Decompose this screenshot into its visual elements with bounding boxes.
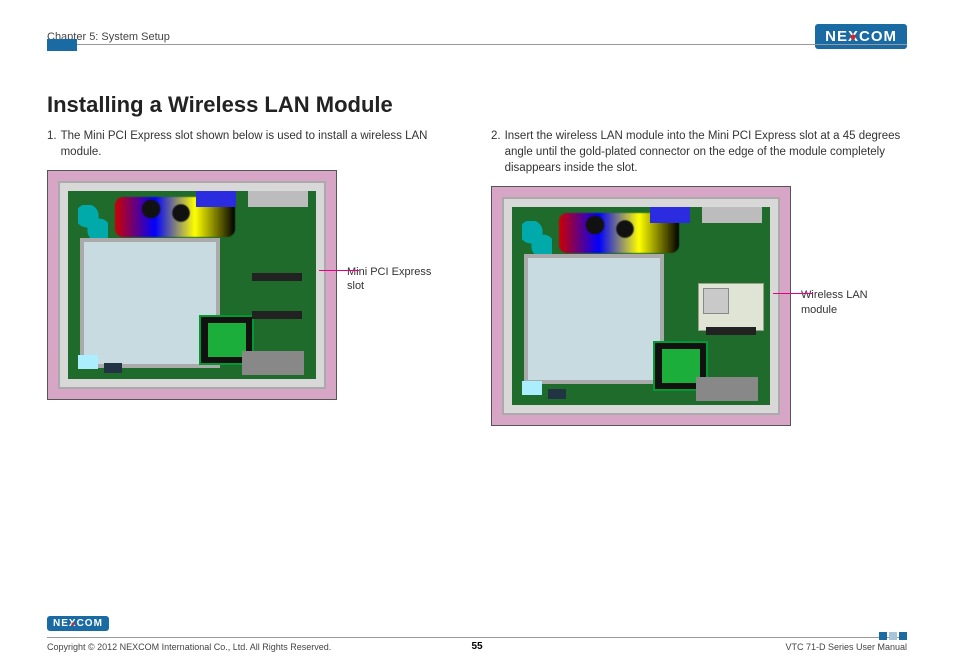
page-number: 55 xyxy=(471,641,482,652)
mini-pci-slot2-icon xyxy=(252,311,302,319)
columns: 1. The Mini PCI Express slot shown below… xyxy=(47,128,907,426)
cpu-heatsink-icon-2 xyxy=(524,254,664,384)
chip-green-icon-2 xyxy=(662,349,700,383)
nexcom-logo-bottom: NEXCOM xyxy=(47,616,109,631)
step-1: 1. The Mini PCI Express slot shown below… xyxy=(47,128,463,160)
capacitors-icon xyxy=(78,205,108,241)
nexcom-logo-top: NEXCOM xyxy=(815,24,907,49)
chassis-2 xyxy=(502,197,780,415)
io-port-icon-2 xyxy=(702,207,762,223)
figure-2: Wireless LAN module xyxy=(491,186,907,426)
annotation-1: Mini PCI Express slot xyxy=(347,265,437,294)
logo-pre: NE xyxy=(825,28,848,45)
step-1-number: 1. xyxy=(47,128,57,160)
capacitors-icon-2 xyxy=(522,221,552,257)
page-title: Installing a Wireless LAN Module xyxy=(47,92,907,118)
main-content: Installing a Wireless LAN Module 1. The … xyxy=(47,92,907,426)
step-2-number: 2. xyxy=(491,128,501,176)
mini-pci-slot-icon xyxy=(252,273,302,281)
mini-pci-slot2-icon-2 xyxy=(706,327,756,335)
logo-post: COM xyxy=(859,28,897,45)
component2-icon xyxy=(104,363,122,373)
rule-block-icon xyxy=(47,39,77,51)
column-left: 1. The Mini PCI Express slot shown below… xyxy=(47,128,463,426)
annotation-2-wrap: Wireless LAN module xyxy=(801,186,891,317)
step-1-text: The Mini PCI Express slot shown below is… xyxy=(61,128,463,160)
card-slot-icon xyxy=(242,351,304,375)
logo-x-icon: X xyxy=(848,28,859,45)
io-port-icon xyxy=(248,191,308,207)
chip-green-icon xyxy=(208,323,246,357)
rule-line xyxy=(47,44,907,45)
footer-squares-icon xyxy=(879,632,907,640)
component-icon-2 xyxy=(522,381,542,395)
page-footer: NEXCOM Copyright © 2012 NEXCOM Internati… xyxy=(47,613,907,652)
copyright-text: Copyright © 2012 NEXCOM International Co… xyxy=(47,642,331,652)
card-slot-icon-2 xyxy=(696,377,758,401)
wlan-module-icon xyxy=(698,283,764,331)
chassis xyxy=(58,181,326,389)
annotation-1-wrap: Mini PCI Express slot xyxy=(347,170,437,294)
header-rule xyxy=(47,44,907,45)
leader-line-icon-2 xyxy=(773,293,813,294)
board-photo-1 xyxy=(47,170,337,400)
leader-line-icon xyxy=(319,270,359,271)
step-2: 2. Insert the wireless LAN module into t… xyxy=(491,128,907,176)
logo-x-icon-bottom: X xyxy=(69,618,77,629)
step-2-text: Insert the wireless LAN module into the … xyxy=(505,128,907,176)
vga-port-icon-2 xyxy=(650,207,690,223)
doc-title: VTC 71-D Series User Manual xyxy=(785,642,907,652)
board-photo-2 xyxy=(491,186,791,426)
component2-icon-2 xyxy=(548,389,566,399)
vga-port-icon xyxy=(196,191,236,207)
annotation-2: Wireless LAN module xyxy=(801,288,891,317)
footer-rule xyxy=(47,637,907,638)
component-icon xyxy=(78,355,98,369)
figure-1: Mini PCI Express slot xyxy=(47,170,463,400)
page-header: Chapter 5: System Setup NEXCOM xyxy=(47,24,907,49)
column-right: 2. Insert the wireless LAN module into t… xyxy=(491,128,907,426)
